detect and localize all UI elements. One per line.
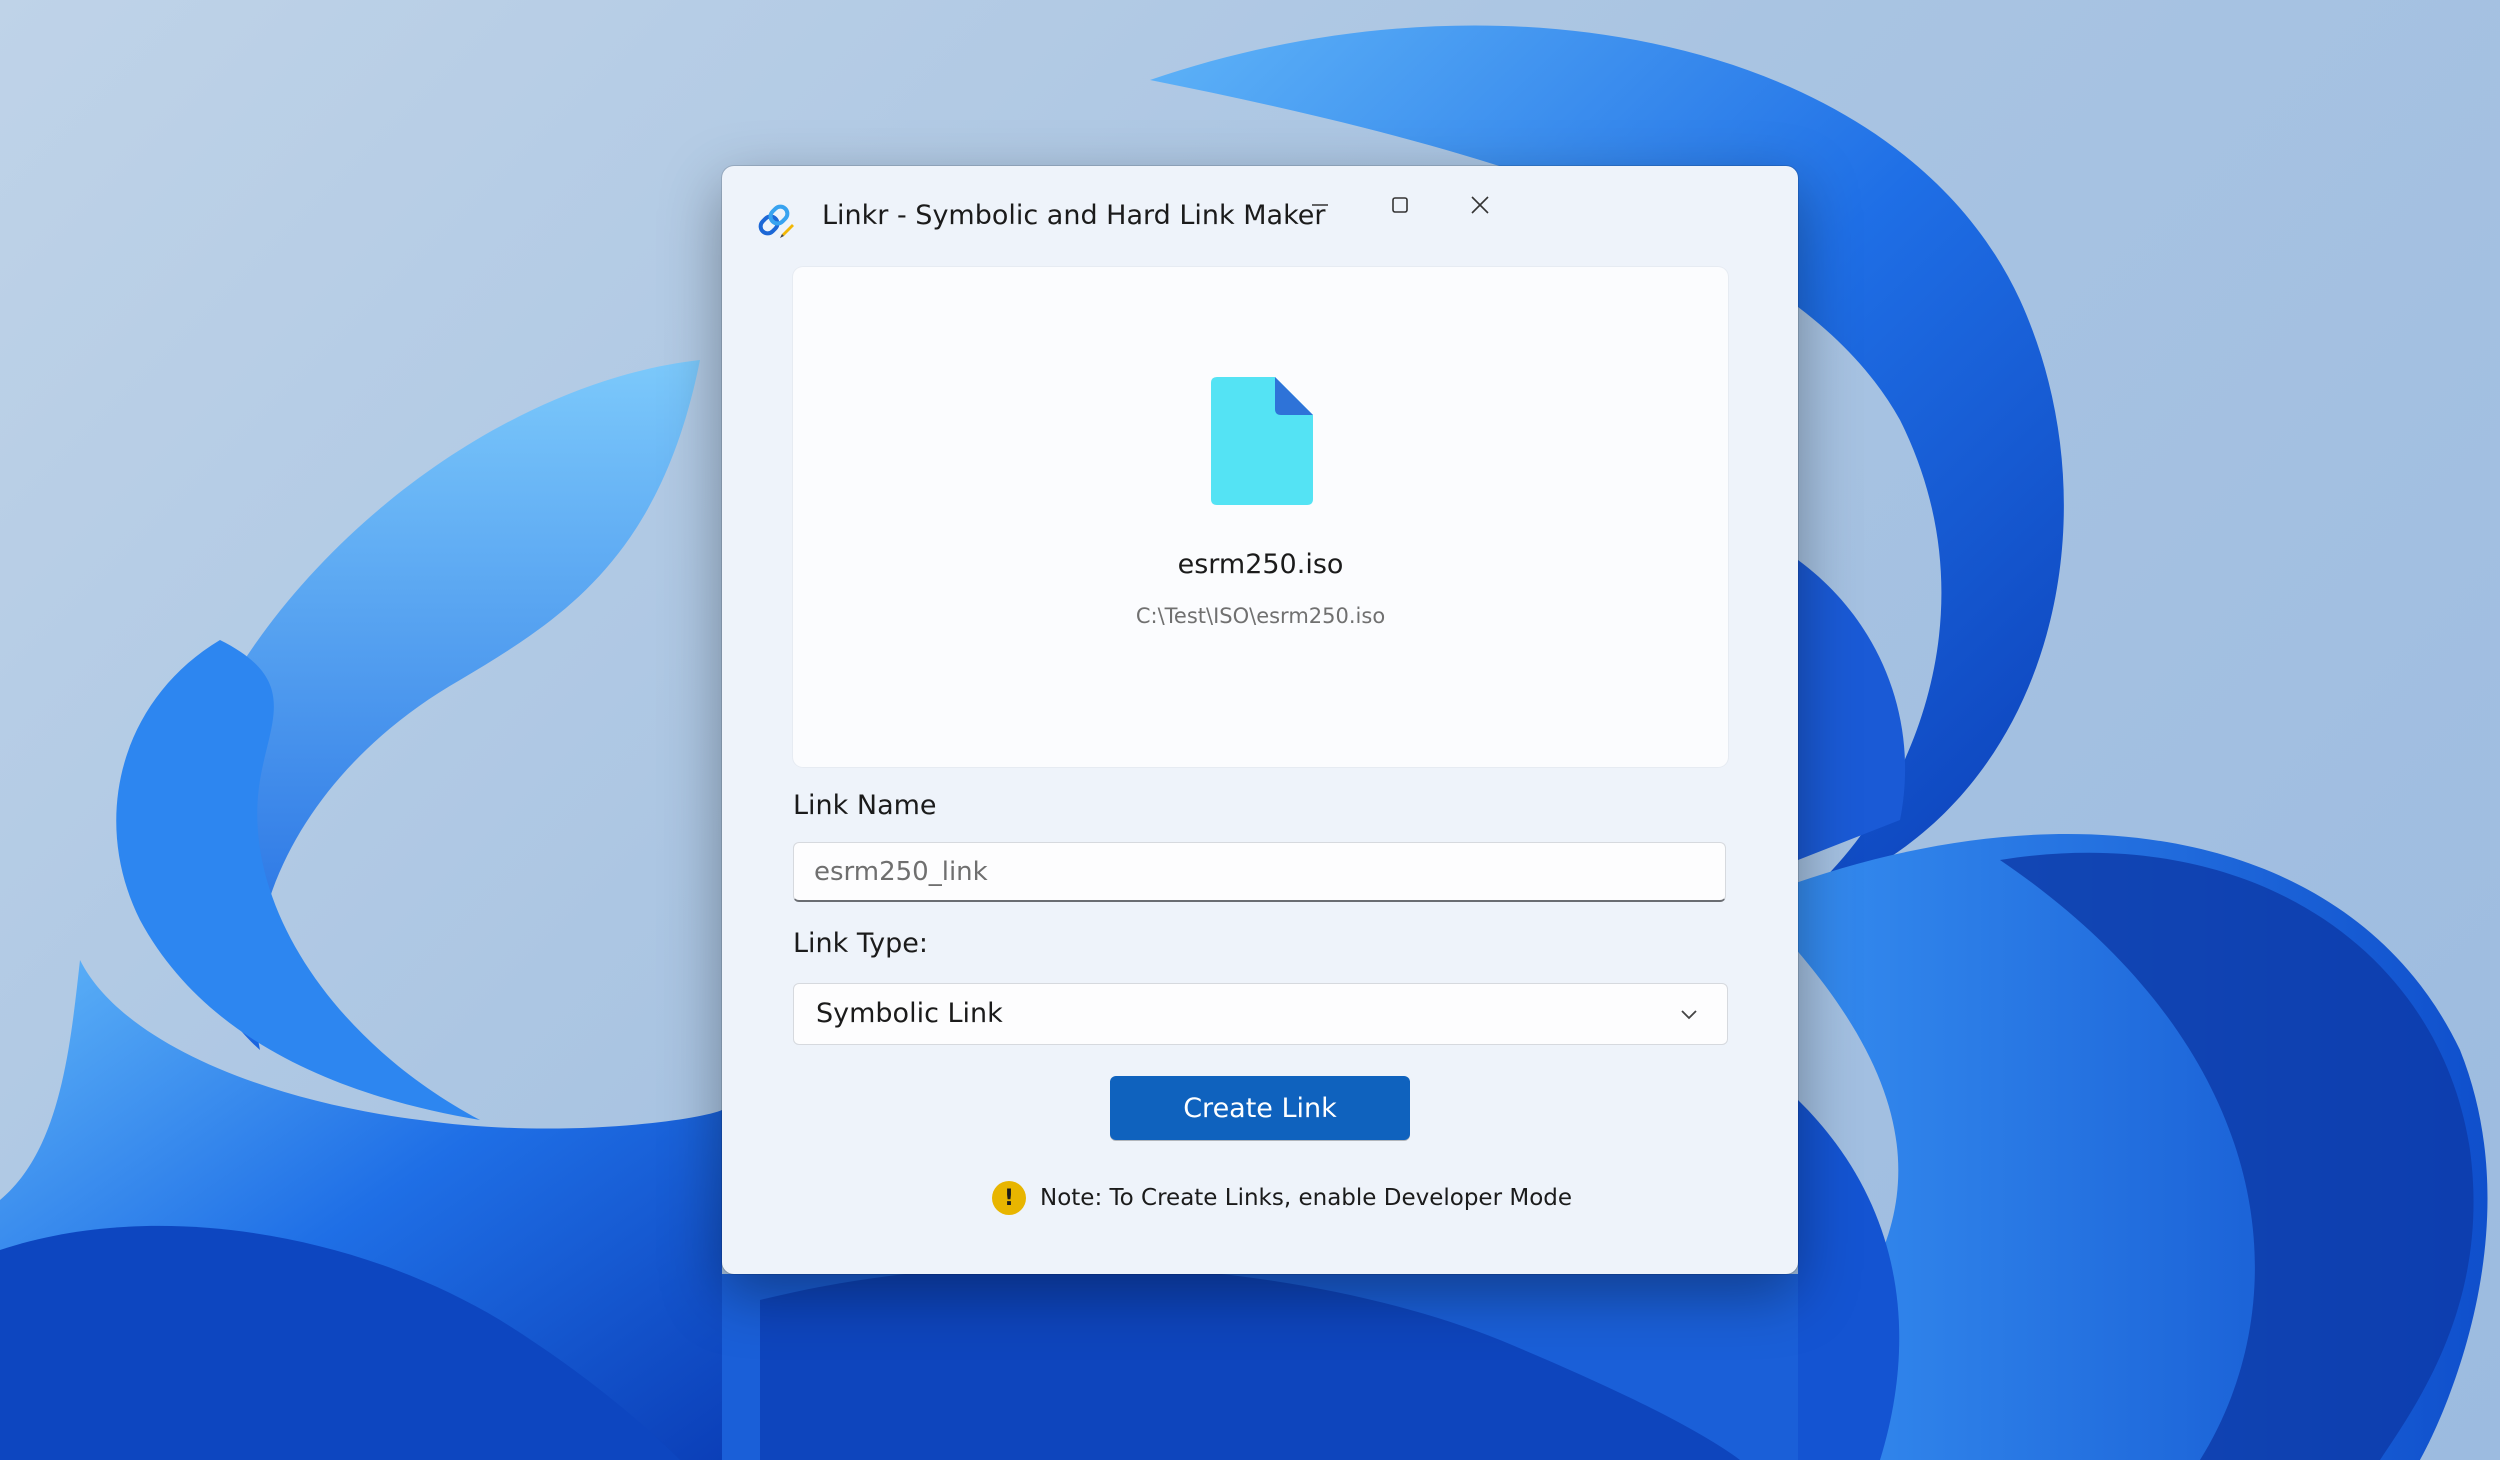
link-type-label: Link Type: (793, 928, 928, 959)
close-button[interactable] (1454, 184, 1506, 226)
chevron-down-icon (1679, 1006, 1699, 1026)
link-type-dropdown[interactable]: Symbolic Link (793, 983, 1728, 1045)
close-icon (1469, 194, 1491, 216)
minimize-icon (1310, 195, 1330, 215)
file-name: esrm250.iso (1177, 549, 1344, 580)
file-icon (1211, 377, 1313, 505)
link-name-field[interactable] (793, 842, 1726, 902)
title-bar[interactable]: Linkr - Symbolic and Hard Link Maker (722, 166, 1798, 266)
chain-link-icon (752, 198, 796, 242)
file-preview-panel[interactable]: esrm250.iso C:\Test\ISO\esrm250.iso (793, 267, 1728, 767)
minimize-button[interactable] (1294, 184, 1346, 226)
link-name-input[interactable] (794, 843, 1725, 900)
create-link-button[interactable]: Create Link (1110, 1076, 1410, 1140)
maximize-icon (1390, 195, 1410, 215)
app-window: Linkr - Symbolic and Hard Link Maker esr… (722, 166, 1798, 1274)
warning-icon: ! (992, 1181, 1026, 1215)
developer-mode-note: ! Note: To Create Links, enable Develope… (992, 1181, 1572, 1215)
link-type-selected: Symbolic Link (816, 998, 1003, 1029)
window-title: Linkr - Symbolic and Hard Link Maker (822, 200, 1326, 231)
link-name-label: Link Name (793, 790, 937, 821)
file-path: C:\Test\ISO\esrm250.iso (1135, 604, 1386, 628)
note-text: Note: To Create Links, enable Developer … (1040, 1185, 1573, 1211)
maximize-button[interactable] (1374, 184, 1426, 226)
